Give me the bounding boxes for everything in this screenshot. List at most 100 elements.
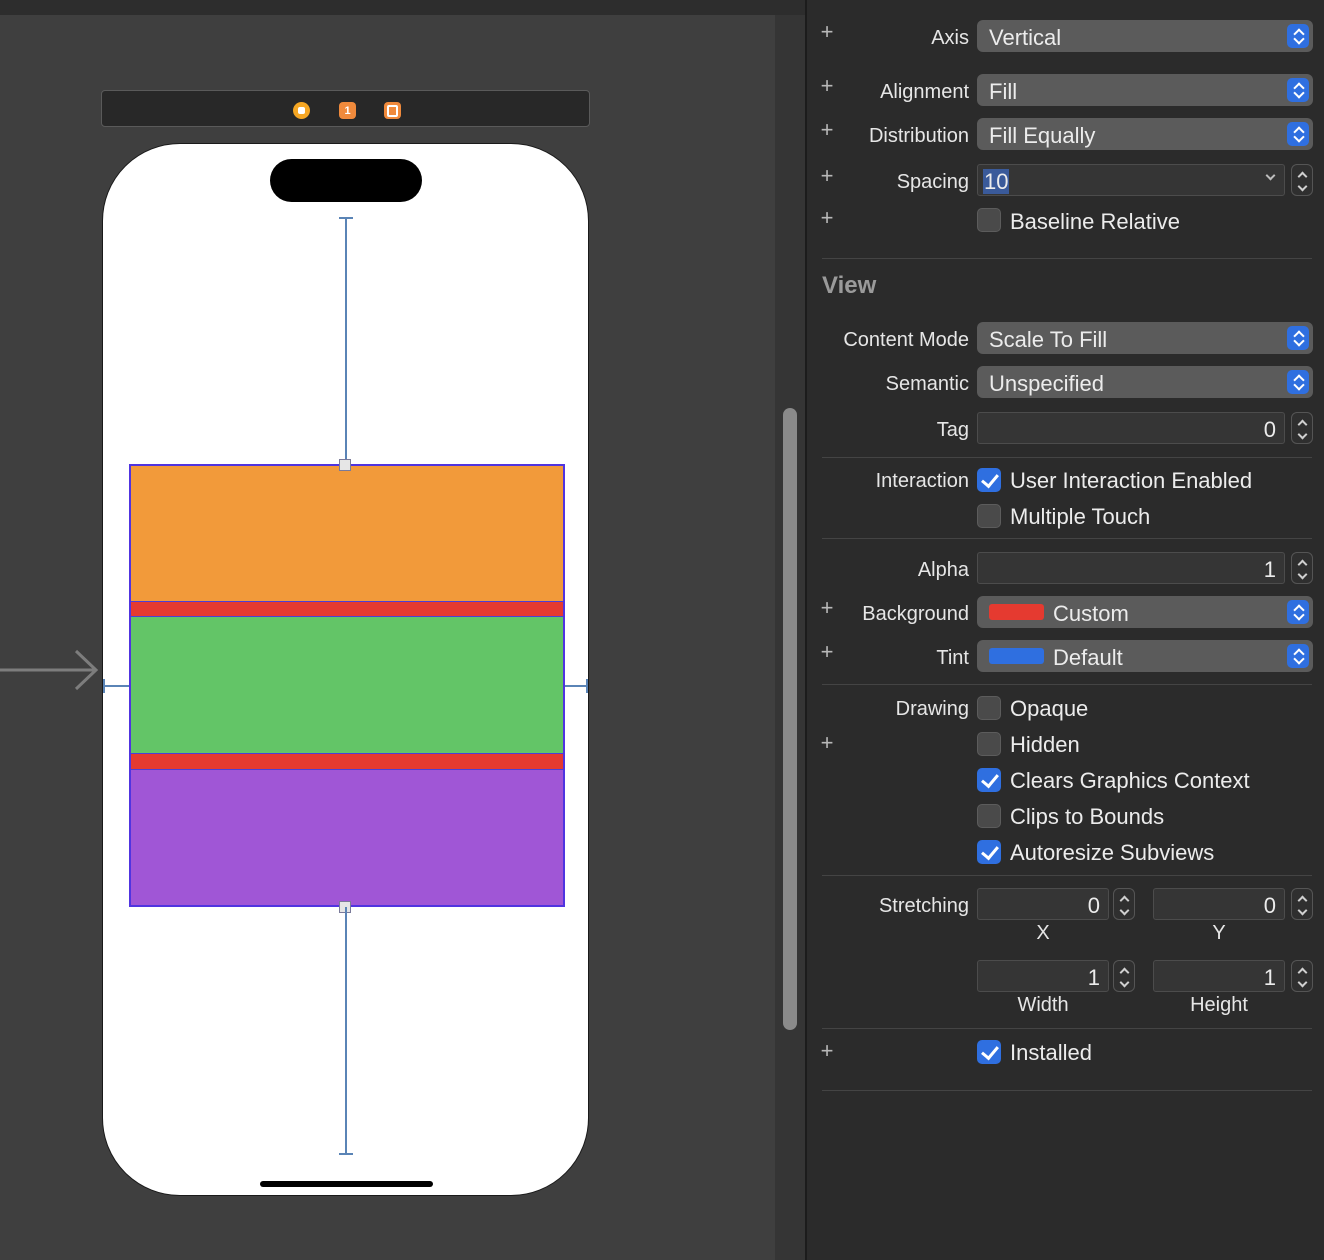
leading-constraint-cap	[103, 679, 105, 693]
stretching-width-field[interactable]: 1	[977, 960, 1109, 992]
interaction-label: Interaction	[875, 470, 969, 492]
installed-checkbox[interactable]	[977, 1040, 1001, 1064]
section-divider	[822, 538, 1312, 539]
clears-graphics-context-checkbox[interactable]	[977, 768, 1001, 792]
distribution-value: Fill Equally	[989, 123, 1096, 148]
multiple-touch-label: Multiple Touch	[1010, 504, 1151, 529]
tint-value: Default	[1053, 645, 1123, 670]
stretching-y-caption: Y	[1212, 922, 1226, 944]
storyboard-canvas[interactable]: 1	[0, 0, 805, 1260]
stretching-x-stepper[interactable]	[1113, 888, 1135, 920]
opaque-checkbox[interactable]	[977, 696, 1001, 720]
popup-arrows-icon	[1287, 24, 1309, 48]
semantic-popup[interactable]: Unspecified	[977, 366, 1313, 398]
axis-popup[interactable]: Vertical	[977, 20, 1313, 52]
background-value: Custom	[1053, 601, 1129, 626]
user-interaction-enabled-checkbox[interactable]	[977, 468, 1001, 492]
view-section-header[interactable]: View	[822, 272, 876, 300]
content-mode-value: Scale To Fill	[989, 327, 1108, 352]
chevron-down-icon[interactable]	[1265, 170, 1276, 181]
plus-icon[interactable]: +	[819, 165, 835, 187]
spacing-row: + Spacing 10	[807, 164, 1324, 196]
distribution-popup[interactable]: Fill Equally	[977, 118, 1313, 150]
stretching-height-field[interactable]: 1	[1153, 960, 1285, 992]
drawing-label: Drawing	[895, 698, 969, 720]
tag-label: Tag	[936, 419, 969, 441]
spacing-combo-field[interactable]: 10	[977, 164, 1285, 196]
plus-icon[interactable]: +	[819, 119, 835, 141]
autoresize-subviews-checkbox[interactable]	[977, 840, 1001, 864]
clears-graphics-context-label: Clears Graphics Context	[1010, 768, 1250, 793]
stretching-width-stepper[interactable]	[1113, 960, 1135, 992]
stretching-height-value: 1	[1263, 965, 1276, 990]
popup-arrows-icon	[1287, 600, 1309, 624]
scene-dock: 1	[101, 90, 590, 127]
exit-icon[interactable]	[384, 102, 401, 119]
clips-to-bounds-row: Clips to Bounds	[807, 802, 1324, 834]
entry-point-arrow-icon[interactable]	[0, 648, 102, 692]
stack-view[interactable]	[129, 464, 565, 907]
section-divider	[822, 1090, 1312, 1091]
iphone-scene[interactable]	[102, 143, 589, 1196]
bottom-spacing-constraint[interactable]	[345, 907, 347, 1154]
baseline-relative-row: + Baseline Relative	[807, 206, 1324, 238]
alpha-stepper[interactable]	[1291, 552, 1313, 584]
green-view[interactable]	[129, 616, 565, 754]
baseline-relative-checkbox[interactable]	[977, 208, 1001, 232]
autoresize-subviews-row: Autoresize Subviews	[807, 838, 1324, 870]
plus-icon[interactable]: +	[819, 641, 835, 663]
resize-handle-top[interactable]	[339, 459, 351, 471]
stretching-height-stepper[interactable]	[1291, 960, 1313, 992]
multiple-touch-checkbox[interactable]	[977, 504, 1001, 528]
section-divider	[822, 875, 1312, 876]
hidden-checkbox[interactable]	[977, 732, 1001, 756]
tint-color-swatch	[989, 648, 1044, 664]
content-mode-label: Content Mode	[843, 329, 969, 351]
canvas-scrollbar-thumb[interactable]	[783, 408, 797, 1030]
alignment-value: Fill	[989, 79, 1018, 104]
clips-to-bounds-checkbox[interactable]	[977, 804, 1001, 828]
plus-icon[interactable]: +	[819, 597, 835, 619]
alpha-field[interactable]: 1	[977, 552, 1285, 584]
canvas-top-bar	[0, 0, 805, 15]
stretching-y-stepper[interactable]	[1291, 888, 1313, 920]
tint-row: + Tint Default	[807, 640, 1324, 672]
spacing-label: Spacing	[896, 171, 969, 193]
tint-label: Tint	[936, 647, 969, 669]
view-controller-icon[interactable]	[293, 102, 310, 119]
semantic-label: Semantic	[885, 373, 969, 395]
plus-icon[interactable]: +	[819, 1040, 835, 1062]
plus-icon[interactable]: +	[819, 75, 835, 97]
background-color-swatch	[989, 604, 1044, 620]
section-divider	[822, 684, 1312, 685]
tag-stepper[interactable]	[1291, 412, 1313, 444]
purple-view[interactable]	[129, 769, 565, 907]
tint-color-popup[interactable]: Default	[977, 640, 1313, 672]
plus-icon[interactable]: +	[819, 21, 835, 43]
popup-arrows-icon	[1287, 326, 1309, 350]
trailing-constraint-cap	[586, 679, 588, 693]
alpha-row: Alpha 1	[807, 552, 1324, 584]
spacing-stepper[interactable]	[1291, 164, 1313, 196]
content-mode-popup[interactable]: Scale To Fill	[977, 322, 1313, 354]
first-responder-icon[interactable]: 1	[339, 102, 356, 119]
stretching-x-value: 0	[1087, 893, 1100, 918]
leading-constraint[interactable]	[103, 685, 129, 687]
plus-icon[interactable]: +	[819, 732, 835, 754]
popup-arrows-icon	[1287, 370, 1309, 394]
home-indicator	[260, 1181, 433, 1187]
alignment-popup[interactable]: Fill	[977, 74, 1313, 106]
stretching-x-field[interactable]: 0	[977, 888, 1109, 920]
stretching-y-field[interactable]: 0	[1153, 888, 1285, 920]
orange-view[interactable]	[129, 464, 565, 602]
top-spacing-constraint[interactable]	[345, 218, 347, 464]
plus-icon[interactable]: +	[819, 207, 835, 229]
section-divider	[822, 1028, 1312, 1029]
stretching-label: Stretching	[878, 895, 969, 917]
stretching-x-caption: X	[1036, 922, 1050, 944]
hidden-row: + Hidden	[807, 730, 1324, 762]
background-color-popup[interactable]: Custom	[977, 596, 1313, 628]
user-interaction-enabled-label: User Interaction Enabled	[1010, 468, 1253, 493]
tag-field[interactable]: 0	[977, 412, 1285, 444]
background-row: + Background Custom	[807, 596, 1324, 628]
